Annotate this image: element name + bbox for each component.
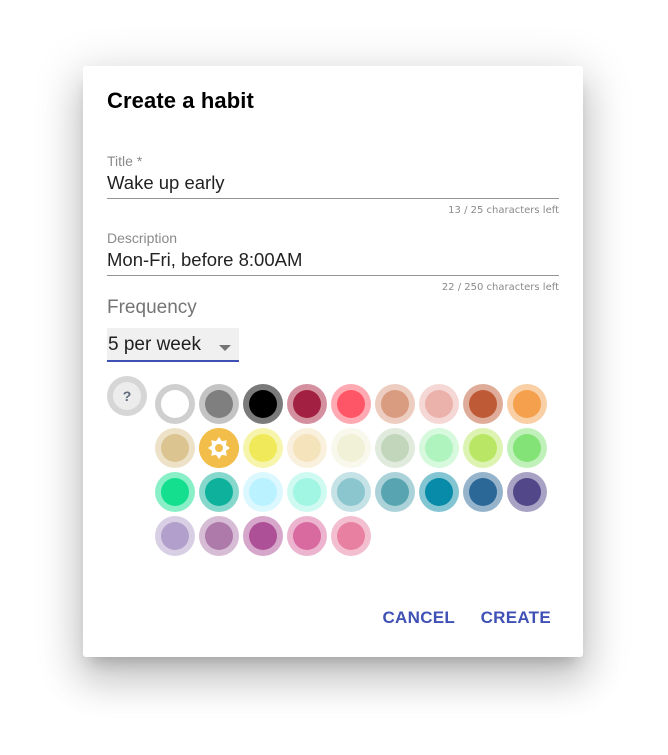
color-swatch[interactable]: [419, 384, 459, 424]
create-habit-dialog: Create a habit Title * 13 / 25 character…: [83, 66, 583, 657]
description-char-counter: 22 / 250 characters left: [441, 282, 559, 293]
color-swatch-fill: [425, 434, 453, 462]
color-swatch[interactable]: [199, 384, 239, 424]
color-swatch[interactable]: [155, 472, 195, 512]
color-swatch-fill: [249, 434, 277, 462]
dialog-title: Create a habit: [107, 88, 254, 113]
color-swatch-fill: [249, 478, 277, 506]
color-swatch-fill: [293, 478, 321, 506]
color-swatch-fill: [381, 434, 409, 462]
color-swatch-fill: [425, 478, 453, 506]
color-swatch[interactable]: [243, 428, 283, 468]
description-field-underline: [107, 275, 559, 276]
title-field-underline: [107, 198, 559, 199]
color-swatch[interactable]: [243, 516, 283, 556]
color-swatch[interactable]: [199, 472, 239, 512]
title-field-label: Title *: [107, 153, 143, 169]
title-char-counter: 13 / 25 characters left: [448, 205, 559, 216]
color-swatch-fill: [249, 522, 277, 550]
frequency-label: Frequency: [107, 297, 197, 318]
color-swatch[interactable]: [463, 428, 503, 468]
color-swatch-fill: [249, 390, 277, 418]
dialog-actions: CANCEL CREATE: [361, 608, 551, 628]
color-help-button[interactable]: ?: [107, 376, 147, 416]
color-swatch[interactable]: [375, 384, 415, 424]
sun-icon: [208, 437, 230, 459]
color-swatch[interactable]: [331, 472, 371, 512]
color-swatch[interactable]: [287, 428, 327, 468]
color-swatch-fill: [337, 390, 365, 418]
color-swatch-fill: [513, 478, 541, 506]
frequency-selected-value: 5 per week: [108, 334, 201, 355]
color-swatch[interactable]: [155, 428, 195, 468]
description-field-label: Description: [107, 230, 178, 246]
description-field: Description 22 / 250 characters left: [107, 230, 559, 293]
color-swatch[interactable]: [375, 472, 415, 512]
color-swatch-fill: [161, 390, 189, 418]
description-input[interactable]: [107, 248, 559, 272]
color-swatch-fill: [337, 434, 365, 462]
frequency-select[interactable]: 5 per week: [107, 328, 239, 362]
color-swatch[interactable]: [419, 428, 459, 468]
color-swatch-fill: [381, 390, 409, 418]
color-swatch[interactable]: [199, 516, 239, 556]
color-swatch-fill: [293, 522, 321, 550]
color-swatch[interactable]: [243, 384, 283, 424]
color-swatch[interactable]: [375, 428, 415, 468]
color-swatch-fill: [469, 434, 497, 462]
color-swatch[interactable]: [331, 516, 371, 556]
color-swatch-fill: [205, 478, 233, 506]
color-swatch[interactable]: [331, 428, 371, 468]
color-swatch[interactable]: [507, 384, 547, 424]
create-button[interactable]: CREATE: [481, 608, 551, 628]
color-swatch[interactable]: [287, 516, 327, 556]
color-swatch[interactable]: [155, 384, 195, 424]
title-input[interactable]: [107, 171, 559, 195]
color-swatch[interactable]: [331, 384, 371, 424]
color-swatch-fill: [205, 390, 233, 418]
color-swatch-fill: [161, 522, 189, 550]
color-swatch[interactable]: [463, 384, 503, 424]
title-field: Title * 13 / 25 characters left: [107, 153, 559, 216]
color-swatch-fill: [293, 390, 321, 418]
cancel-button[interactable]: CANCEL: [382, 608, 455, 628]
color-swatch-fill: [469, 390, 497, 418]
color-swatch-fill: [337, 478, 365, 506]
color-swatch[interactable]: [507, 472, 547, 512]
color-swatch-fill: [381, 478, 409, 506]
color-swatch[interactable]: [287, 384, 327, 424]
color-swatch-fill: [469, 478, 497, 506]
color-swatch[interactable]: [419, 472, 459, 512]
color-swatch[interactable]: [243, 472, 283, 512]
color-swatch-fill: [161, 478, 189, 506]
color-swatch-fill: [513, 434, 541, 462]
color-swatch-fill: [293, 434, 321, 462]
color-swatch[interactable]: [199, 428, 239, 468]
color-swatch[interactable]: [507, 428, 547, 468]
color-swatch[interactable]: [155, 516, 195, 556]
color-swatch[interactable]: [287, 472, 327, 512]
color-swatch-fill: [337, 522, 365, 550]
color-swatch-fill: [205, 522, 233, 550]
color-swatch[interactable]: [463, 472, 503, 512]
color-swatch-fill: [513, 390, 541, 418]
dropdown-arrow-icon: [219, 345, 231, 351]
question-icon: ?: [113, 382, 141, 410]
color-swatch-fill: [425, 390, 453, 418]
color-swatch-fill: [161, 434, 189, 462]
